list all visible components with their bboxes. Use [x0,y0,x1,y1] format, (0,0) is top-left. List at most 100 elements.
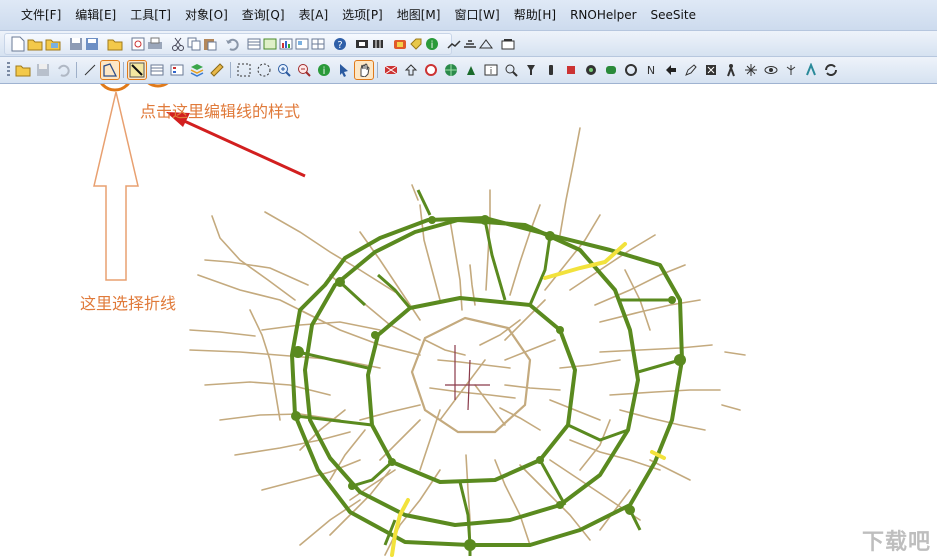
menu-edit[interactable]: 编辑[E] [68,0,123,31]
style-highlight-circle [147,84,169,88]
rno-person-icon[interactable] [722,61,740,79]
menu-objects[interactable]: 对象[O] [178,0,235,31]
polyline-hint-text: 这里选择折线 [80,294,177,313]
find-icon[interactable] [447,35,461,53]
rno-star-icon[interactable] [742,61,760,79]
standard-toolbar-group: ? i [4,33,515,55]
save-disabled-icon[interactable] [34,61,52,79]
menu-tools[interactable]: 工具[T] [123,0,178,31]
tutorial-overlay [93,84,306,281]
new-grapher-icon[interactable] [279,35,293,53]
menu-options[interactable]: 选项[P] [335,0,390,31]
menu-bar: 文件[F] 编辑[E] 工具[T] 对象[O] 查询[Q] 表[A] 选项[P]… [0,0,937,31]
rno-tag-icon[interactable] [422,61,440,79]
info-tool-icon[interactable]: i [425,35,439,53]
up-arrow-outline [93,91,139,281]
line-tool-icon[interactable] [81,61,99,79]
legend-icon[interactable] [168,61,186,79]
rno-home-icon[interactable] [402,61,420,79]
open-workspace-icon[interactable] [107,35,123,53]
rno-refresh-icon[interactable] [822,61,840,79]
print-icon[interactable] [147,35,163,53]
rno-cell-icon[interactable] [382,61,400,79]
svg-text:?: ? [337,40,342,51]
new-mapper-icon[interactable] [263,35,277,53]
open-folder-icon[interactable] [27,35,43,53]
rno-drive-icon[interactable] [602,61,620,79]
cut-icon[interactable] [171,35,185,53]
radius-select-icon[interactable] [255,61,273,79]
new-browser-icon[interactable] [247,35,261,53]
red-arrow-shaft [181,118,306,178]
rno-info-icon[interactable]: i [482,61,500,79]
rno-filter-icon[interactable] [522,61,540,79]
zoom-in-icon[interactable] [275,61,293,79]
menu-window[interactable]: 窗口[W] [447,0,506,31]
rno-search-icon[interactable] [502,61,520,79]
open-table-icon[interactable] [45,35,61,53]
help-icon[interactable]: ? [333,35,347,53]
save-copy-icon[interactable] [85,35,99,53]
pan-icon[interactable] [354,60,374,80]
standard-toolbar: ? i [0,31,937,57]
print-preview-icon[interactable] [131,35,145,53]
copy-icon[interactable] [187,35,201,53]
layer-control-icon[interactable] [355,35,369,53]
map-canvas[interactable]: 点击这里编辑线的样式 这里选择折线 下载吧 [0,84,937,560]
new-doc-icon[interactable] [11,35,25,53]
rno-tower-icon[interactable] [782,61,800,79]
rno-north-icon[interactable]: N [642,61,660,79]
new-layout-icon[interactable] [295,35,309,53]
menu-file[interactable]: 文件[F] [14,0,68,31]
undo-disabled-icon[interactable] [54,61,72,79]
save-icon[interactable] [69,35,83,53]
toolbar-grip[interactable] [7,62,10,78]
paste-icon[interactable] [203,35,217,53]
menu-query[interactable]: 查询[Q] [235,0,292,31]
label-tool-icon[interactable] [409,35,423,53]
select-icon[interactable] [235,61,253,79]
rno-antenna-icon[interactable] [802,61,820,79]
rno-clip-icon[interactable] [702,61,720,79]
rno-signal-icon[interactable] [542,61,560,79]
layers-icon[interactable] [188,61,206,79]
undo-icon[interactable] [225,35,239,53]
style-hint-text: 点击这里编辑线的样式 [140,102,301,121]
toolbar-separator [76,62,77,78]
menu-map[interactable]: 地图[M] [390,0,448,31]
toolbar-separator [123,62,124,78]
options-icon[interactable] [463,35,477,53]
rno-record-icon[interactable] [582,61,600,79]
line-style-icon[interactable] [127,60,147,80]
menu-rnohelper[interactable]: RNOHelper [563,0,643,31]
open-icon[interactable] [14,61,32,79]
rno-globe-icon[interactable] [442,61,460,79]
menu-seesite[interactable]: SeeSite [644,0,703,31]
toolbar-separator [377,62,378,78]
rno-ring-icon[interactable] [622,61,640,79]
menu-help[interactable]: 帮助[H] [507,0,563,31]
svg-text:i: i [323,66,326,77]
pointer-icon[interactable] [335,61,353,79]
rno-eye-icon[interactable] [762,61,780,79]
new-redistrict-icon[interactable] [311,35,325,53]
browser-icon[interactable] [148,61,166,79]
ruler-icon[interactable] [208,61,226,79]
rno-stop-icon[interactable] [562,61,580,79]
svg-text:i: i [431,40,434,51]
tabs-icon[interactable] [501,35,515,53]
ruler-tool-icon[interactable] [393,35,407,53]
info-icon[interactable]: i [315,61,333,79]
menu-table[interactable]: 表[A] [292,0,336,31]
rno-back-icon[interactable] [662,61,680,79]
toolbar-separator [230,62,231,78]
svg-text:i: i [490,67,493,77]
sync-icon[interactable] [479,35,493,53]
watermark: 下载吧 [861,530,931,555]
polyline-tool-icon[interactable] [100,60,120,80]
rno-site-icon[interactable] [462,61,480,79]
rno-pen-icon[interactable] [682,61,700,79]
drawing-toolbar-group: i i N [4,59,934,81]
zoom-out-icon[interactable] [295,61,313,79]
map-tool-icon[interactable] [371,35,385,53]
